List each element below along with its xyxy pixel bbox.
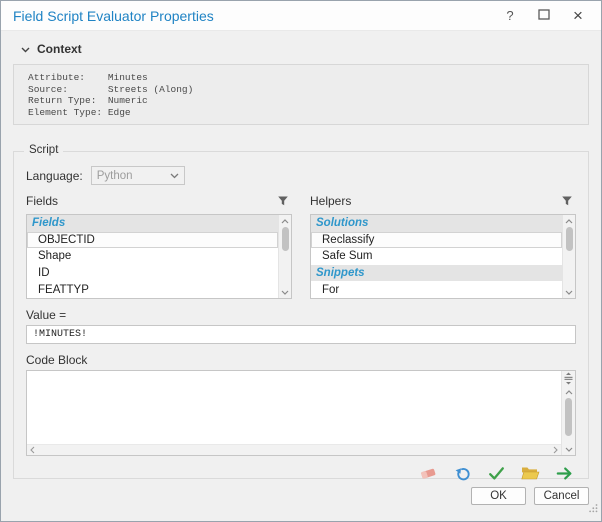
code-block-textarea[interactable] [27,371,561,455]
language-label: Language: [26,169,83,183]
horizontal-scrollbar[interactable] [27,444,561,455]
helpers-filter-icon[interactable] [557,191,576,210]
close-icon: × [573,6,583,26]
scrollbar-thumb[interactable] [565,398,572,436]
value-input[interactable] [26,325,576,344]
list-group-header: Fields [27,215,278,232]
list-item-feattyp[interactable]: FEATTYP [27,281,278,298]
lists-row: Fields OBJECTID Shape ID FEATTYP [26,214,576,299]
script-toolbar [26,464,576,483]
context-label: Return Type: [28,95,108,107]
list-item-for[interactable]: For [311,281,562,298]
title-bar: Field Script Evaluator Properties ? × [1,1,601,31]
scroll-left-icon[interactable] [30,441,35,459]
close-button[interactable]: × [561,2,595,30]
script-group-label: Script [24,144,63,156]
fields-scrollbar[interactable] [278,215,291,298]
maximize-icon [538,7,550,25]
list-item-label: For [322,284,339,296]
scroll-up-icon[interactable] [279,215,291,227]
script-group: Script Language: Python Fields [13,151,589,479]
eraser-icon[interactable] [419,464,438,483]
helpers-panel-header: Helpers [310,191,576,210]
fields-list: Fields OBJECTID Shape ID FEATTYP [26,214,292,299]
fields-label: Fields [26,194,58,208]
chevron-down-icon [170,170,179,182]
scroll-right-icon[interactable] [553,441,558,459]
context-value: Minutes [108,72,148,83]
context-row-return-type: Return Type:Numeric [28,95,574,107]
help-icon: ? [506,8,513,23]
context-label: Source: [28,84,108,96]
help-button[interactable]: ? [493,2,527,30]
panel-labels-row: Fields Helpers [26,191,576,210]
fields-panel-header: Fields [26,191,292,210]
scroll-down-icon[interactable] [562,443,575,455]
cancel-button[interactable]: Cancel [534,487,589,505]
context-row-attribute: Attribute:Minutes [28,72,574,84]
list-item-reclassify[interactable]: Reclassify [311,232,562,249]
list-item-label: Shape [38,250,71,262]
list-item-label: Reclassify [322,234,374,246]
group-header-label: Snippets [316,267,365,279]
dialog-body: Context Attribute:Minutes Source:Streets… [1,40,601,479]
context-value: Edge [108,107,131,118]
dialog-footer: OK Cancel [1,487,601,505]
context-expander[interactable]: Context [13,40,589,57]
validate-check-icon[interactable] [487,464,506,483]
splitter-handle-icon[interactable] [562,371,575,386]
code-block [26,370,576,456]
list-item-id[interactable]: ID [27,265,278,282]
context-label: Element Type: [28,107,108,119]
list-item-objectid[interactable]: OBJECTID [27,232,278,249]
chevron-down-icon [21,40,30,58]
export-arrow-icon[interactable] [555,464,574,483]
maximize-button[interactable] [527,2,561,30]
ok-button[interactable]: OK [471,487,526,505]
list-item-safe-sum[interactable]: Safe Sum [311,248,562,265]
helpers-scrollbar[interactable] [562,215,575,298]
context-label: Attribute: [28,72,108,84]
scroll-down-icon[interactable] [279,286,291,298]
field-script-evaluator-dialog: Field Script Evaluator Properties ? × Co… [0,0,602,522]
code-block-label: Code Block [26,353,576,367]
list-item-shape[interactable]: Shape [27,248,278,265]
list-item-label: ID [38,267,50,279]
language-dropdown[interactable]: Python [91,166,185,185]
helpers-label: Helpers [310,194,351,208]
context-header-label: Context [37,42,82,56]
scroll-up-icon[interactable] [562,386,575,398]
undo-icon[interactable] [453,464,472,483]
scrollbar-thumb[interactable] [282,227,289,251]
list-item-label: Safe Sum [322,250,373,262]
scroll-down-icon[interactable] [563,286,575,298]
context-info-box: Attribute:Minutes Source:Streets (Along)… [13,64,589,125]
value-label: Value = [26,308,576,322]
dialog-title: Field Script Evaluator Properties [13,8,493,24]
scroll-up-icon[interactable] [563,215,575,227]
helpers-list: Solutions Reclassify Safe Sum Snippets F… [310,214,576,299]
context-row-element-type: Element Type:Edge [28,107,574,119]
context-row-source: Source:Streets (Along) [28,84,574,96]
group-header-label: Fields [32,217,65,229]
language-selected-value: Python [97,170,170,182]
resize-grip[interactable] [588,500,598,518]
open-folder-icon[interactable] [521,464,540,483]
context-value: Streets (Along) [108,84,194,95]
scrollbar-thumb[interactable] [566,227,573,251]
group-header-label: Solutions [316,217,368,229]
list-group-header: Snippets [311,265,562,282]
list-item-label: OBJECTID [38,234,95,246]
list-group-header: Solutions [311,215,562,232]
fields-filter-icon[interactable] [273,191,292,210]
language-row: Language: Python [26,166,576,185]
context-value: Numeric [108,95,148,106]
list-item-label: FEATTYP [38,284,89,296]
code-block-scrollbar[interactable] [561,371,575,455]
